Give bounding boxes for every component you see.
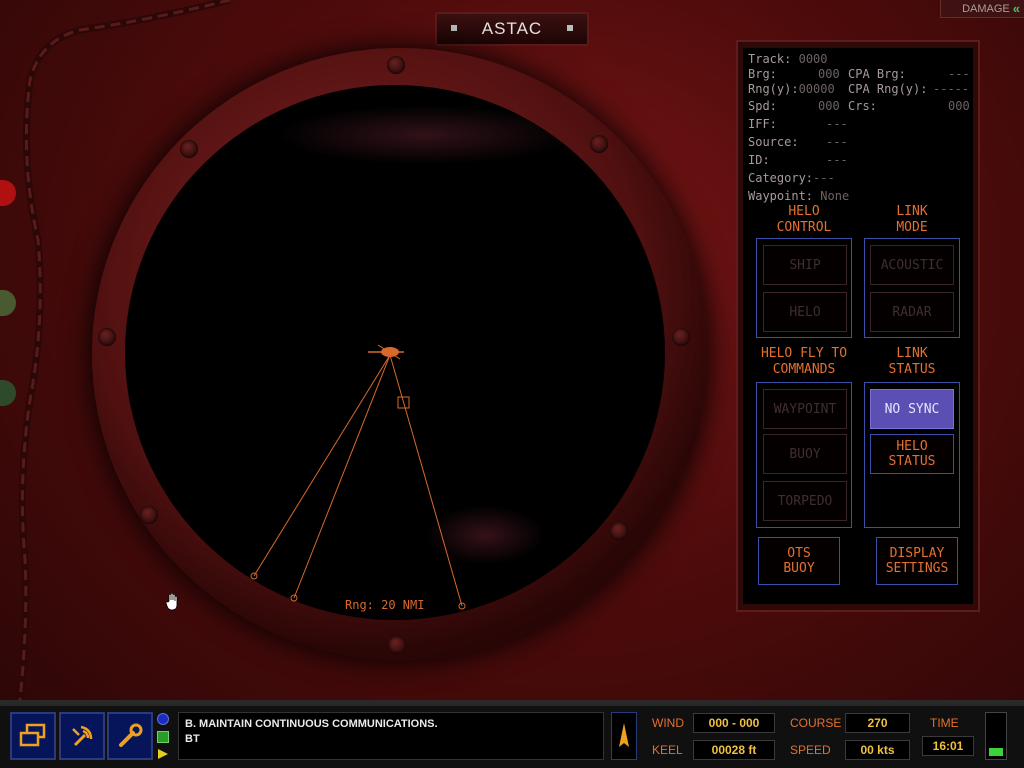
acoustic-button[interactable]: ACOUSTIC <box>870 245 954 285</box>
helo-track-line <box>253 354 391 577</box>
link-status-title: LINK STATUS <box>888 346 936 377</box>
category-row: Category:--- <box>748 171 835 185</box>
source-row: Source: --- <box>748 135 848 149</box>
keel-value: 00028 ft <box>693 740 775 760</box>
id-row: ID: --- <box>748 153 848 167</box>
wrench-icon <box>119 723 143 747</box>
ownship-icon[interactable] <box>368 344 404 360</box>
waypoint-button[interactable]: WAYPOINT <box>763 389 847 429</box>
waypoint-row: Waypoint: None <box>748 189 850 203</box>
ots-buoy-button[interactable]: OTS BUOY <box>758 537 840 585</box>
message-box: B. MAINTAIN CONTINUOUS COMMUNICATIONS. B… <box>178 712 604 760</box>
helo-button[interactable]: HELO <box>763 292 847 332</box>
brg-row: Brg: 000 CPA Brg: --- <box>748 67 970 81</box>
buoy-button[interactable]: BUOY <box>763 434 847 474</box>
tools-button[interactable] <box>107 712 153 760</box>
track-row: Track: 0000 <box>748 52 828 66</box>
windows-button[interactable] <box>10 712 56 760</box>
time-value: 16:01 <box>922 736 974 756</box>
keel-label: KEEL <box>652 743 683 757</box>
radio-waves-icon <box>72 725 93 747</box>
heading-indicator <box>611 712 637 760</box>
arrow-up-icon <box>619 723 629 747</box>
message-line: BT <box>185 733 200 745</box>
helo-track-line <box>293 354 391 599</box>
torpedo-button[interactable]: TORPEDO <box>763 481 847 521</box>
iff-row: IFF: --- <box>748 117 848 131</box>
course-value: 270 <box>845 713 910 733</box>
link-mode-title: LINK MODE <box>896 204 928 235</box>
level-gauge <box>985 712 1007 760</box>
scope-range-label: Rng: 20 NMI <box>345 598 425 612</box>
display-settings-button[interactable]: DISPLAY SETTINGS <box>876 537 958 585</box>
play-icon[interactable] <box>157 748 169 760</box>
hand-cursor-icon <box>165 593 178 611</box>
message-line: B. MAINTAIN CONTINUOUS COMMUNICATIONS. <box>185 718 438 730</box>
rng-row: Rng(y):00000 CPA Rng(y): ----- <box>748 82 970 96</box>
ship-button[interactable]: SHIP <box>763 245 847 285</box>
radar-button[interactable]: RADAR <box>870 292 954 332</box>
course-label: COURSE <box>790 716 842 730</box>
no-sync-indicator: NO SYNC <box>870 389 954 429</box>
helo-status-button[interactable]: HELO STATUS <box>870 434 954 474</box>
spd-row: Spd: 000 Crs: 000 <box>748 99 970 113</box>
wind-value: 000 - 000 <box>693 713 775 733</box>
speed-value: 00 kts <box>845 740 910 760</box>
level-gauge-fill <box>989 748 1003 756</box>
wind-label: WIND <box>652 716 684 730</box>
speed-label: SPEED <box>790 743 831 757</box>
helo-track-line <box>389 354 463 607</box>
radio-button[interactable] <box>59 712 105 760</box>
helo-fly-to-title: HELO FLY TO COMMANDS <box>760 346 848 377</box>
windows-icon <box>19 723 46 747</box>
green-square-icon[interactable] <box>157 731 169 743</box>
time-label: TIME <box>930 716 959 730</box>
blue-dot-icon[interactable] <box>157 713 169 725</box>
helo-control-title: HELO CONTROL <box>776 204 832 235</box>
